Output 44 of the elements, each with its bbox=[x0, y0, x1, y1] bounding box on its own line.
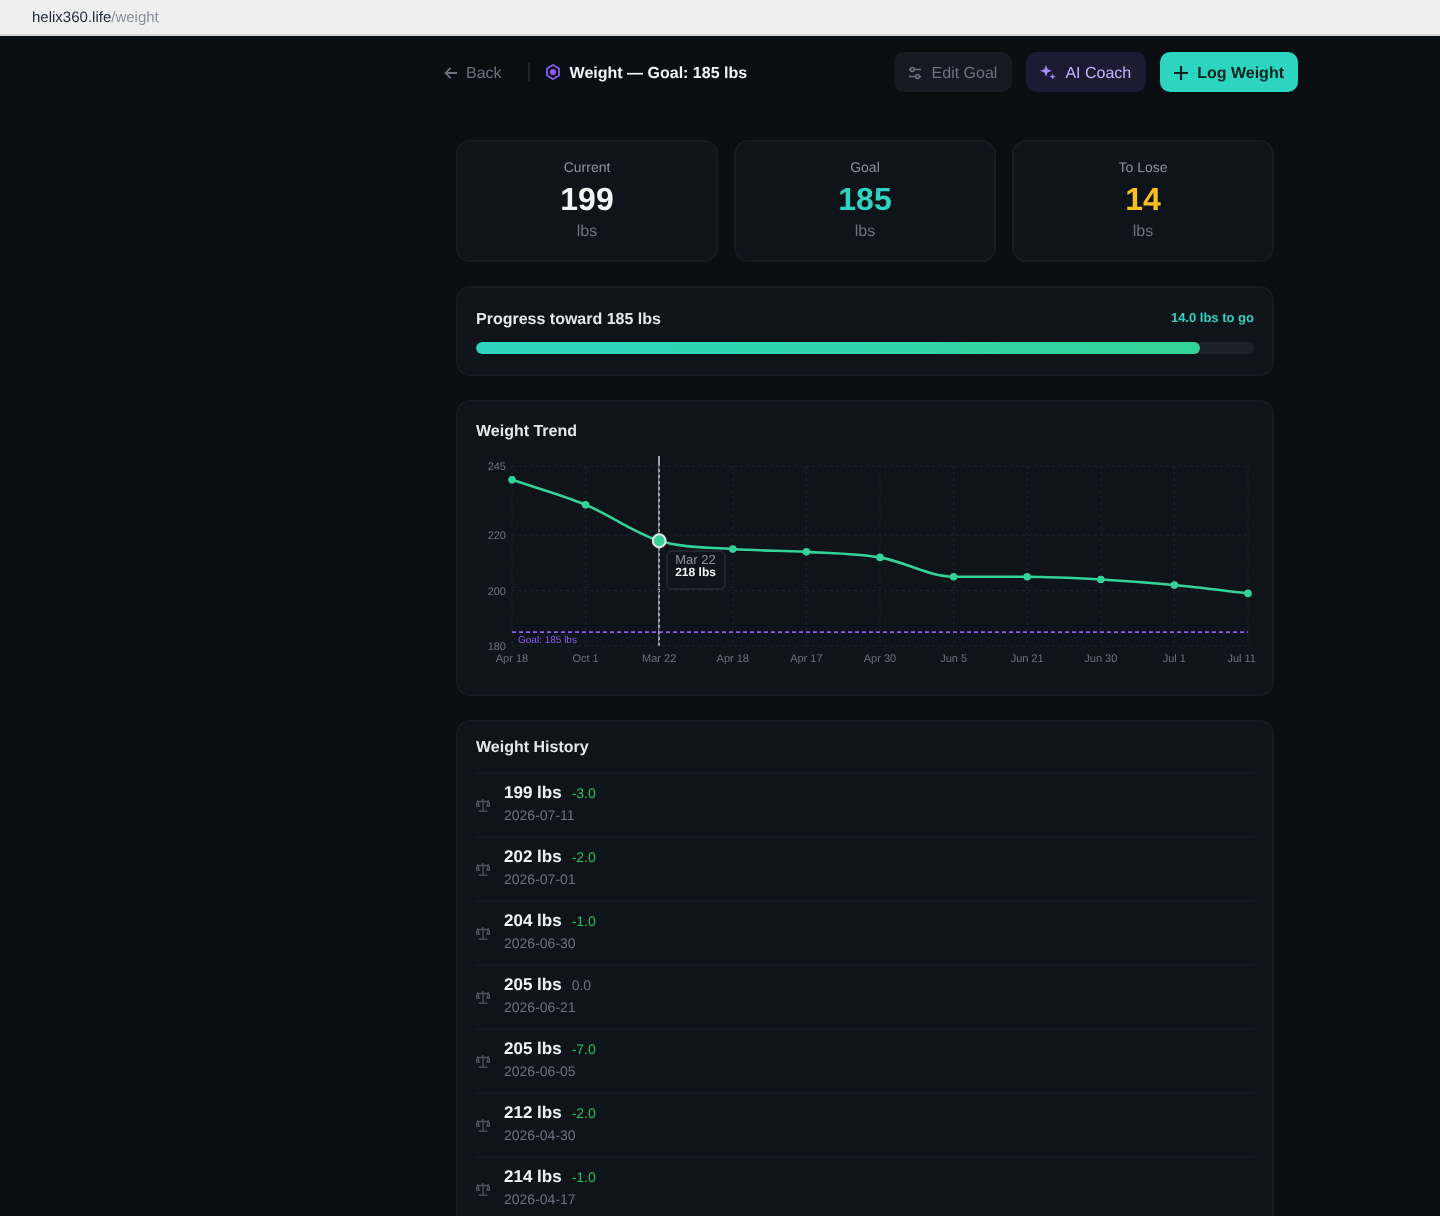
sparkle-icon bbox=[1039, 64, 1056, 80]
stat-value: 14 bbox=[1125, 184, 1161, 220]
scale-icon bbox=[476, 926, 490, 940]
stat-unit: lbs bbox=[576, 222, 598, 242]
scale-icon bbox=[476, 1182, 490, 1196]
scale-icon bbox=[476, 798, 490, 812]
scale-icon bbox=[476, 990, 490, 1004]
data-point[interactable] bbox=[1023, 572, 1031, 581]
stat-value: 185 bbox=[838, 184, 892, 220]
history-title: Weight History bbox=[476, 738, 589, 756]
progress-title: Progress toward 185 lbs bbox=[476, 310, 661, 328]
data-point[interactable] bbox=[508, 476, 516, 484]
entry-weight: 205 lbs bbox=[504, 1038, 562, 1060]
coach-button[interactable]: AI Coach bbox=[1025, 52, 1146, 92]
plus-icon bbox=[1173, 65, 1188, 79]
entry-weight: 212 lbs bbox=[504, 1102, 562, 1124]
hexagon-icon bbox=[545, 64, 560, 80]
scale-icon bbox=[476, 1118, 490, 1132]
entry-weight: 204 lbs bbox=[504, 910, 562, 932]
data-point[interactable] bbox=[1097, 575, 1105, 584]
log-weight-button[interactable]: Log Weight bbox=[1159, 52, 1298, 92]
entry-weight: 202 lbs bbox=[504, 846, 562, 868]
data-point[interactable] bbox=[949, 572, 958, 581]
data-point[interactable] bbox=[876, 553, 884, 562]
data-point[interactable] bbox=[1244, 589, 1252, 598]
stat-unit: lbs bbox=[1132, 222, 1154, 242]
active-data-point[interactable] bbox=[651, 533, 667, 549]
data-point[interactable] bbox=[802, 548, 811, 556]
chart-title: Weight Trend bbox=[476, 422, 578, 440]
back-button[interactable]: Back bbox=[444, 63, 502, 81]
sliders-icon bbox=[907, 65, 922, 79]
scale-icon bbox=[476, 1054, 490, 1068]
back-arrow-icon bbox=[444, 65, 458, 79]
page-title: Weight — Goal: 185 lbs bbox=[569, 63, 748, 81]
data-point[interactable] bbox=[581, 500, 590, 509]
data-point[interactable] bbox=[1170, 581, 1179, 589]
entry-weight: 199 lbs bbox=[504, 782, 562, 804]
entry-weight: 214 lbs bbox=[504, 1166, 562, 1188]
data-point[interactable] bbox=[729, 545, 737, 553]
edit-goal-button[interactable]: Edit Goal bbox=[893, 52, 1012, 92]
scale-icon bbox=[476, 862, 490, 876]
stat-value: 199 bbox=[560, 184, 614, 220]
entry-weight: 205 lbs bbox=[504, 974, 562, 996]
stat-unit: lbs bbox=[854, 222, 876, 242]
